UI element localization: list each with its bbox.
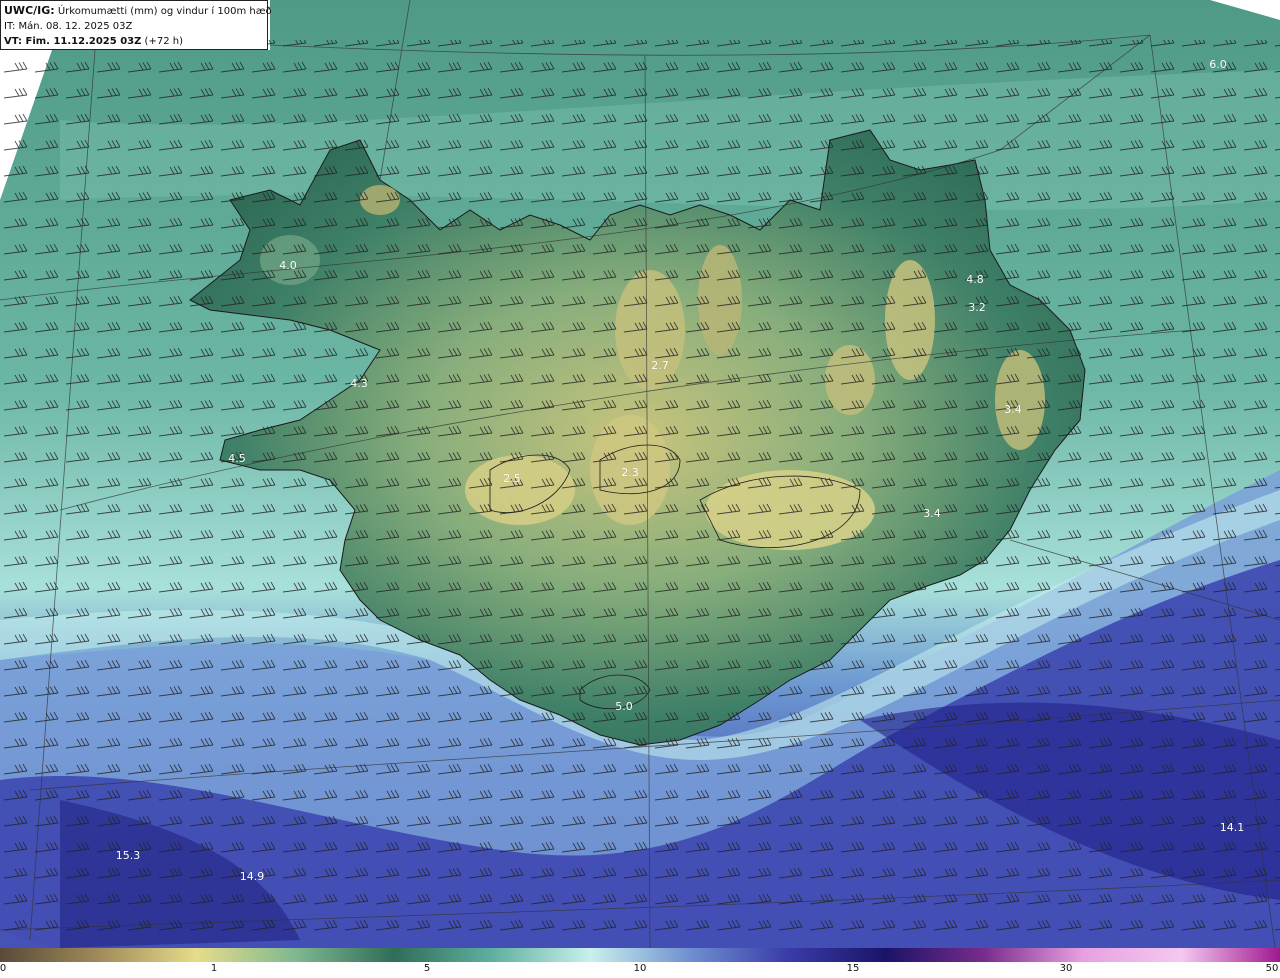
precip-value-label: 4.0 (279, 259, 297, 272)
precip-value-label: 2.5 (503, 472, 521, 485)
precipitation-wind-map: 6.0 4.0 4.8 3.2 2.7 4.3 3.4 4.5 2.5 2.3 3.4 5.0 14.1… (0, 0, 1280, 948)
precip-value-label: 5.0 (615, 700, 633, 713)
precip-value-label: 3.2 (968, 301, 986, 314)
precip-value-label: 3.4 (923, 507, 941, 520)
precip-value-label: 3.4 (1004, 403, 1022, 416)
precip-value-label: 4.8 (966, 273, 984, 286)
precip-value-label: 4.3 (350, 377, 368, 390)
precip-value-label: 14.9 (240, 870, 265, 883)
precip-value-label: 14.1 (1220, 821, 1245, 834)
model-title: UWC/IG: Úrkomumætti (mm) og vindur í 100… (4, 4, 272, 17)
colorbar-tick-label: 50 (1265, 963, 1279, 974)
wind-barbs (0, 40, 1280, 945)
valid-time: VT: Fim. 11.12.2025 03Z (+72 h) (4, 36, 183, 47)
colorbar-tick-label: 1 (210, 963, 218, 974)
precip-value-label: 2.7 (651, 359, 669, 372)
precip-value-label: 15.3 (116, 849, 141, 862)
colorbar-tick-label: 5 (423, 963, 431, 974)
precip-value-label: 2.3 (621, 466, 639, 479)
colorbar-tick-label: 0 (0, 963, 7, 974)
colorbar-tick-label: 15 (846, 963, 860, 974)
precip-value-label: 4.5 (228, 452, 246, 465)
colorbar-tick-label: 30 (1059, 963, 1073, 974)
colorbar (0, 948, 1280, 962)
map-title-box: UWC/IG: Úrkomumætti (mm) og vindur í 100… (0, 0, 272, 50)
precip-value-label: 6.0 (1209, 58, 1227, 71)
colorbar-tick-label: 10 (633, 963, 647, 974)
initial-time: IT: Mán. 08. 12. 2025 03Z (4, 21, 133, 32)
